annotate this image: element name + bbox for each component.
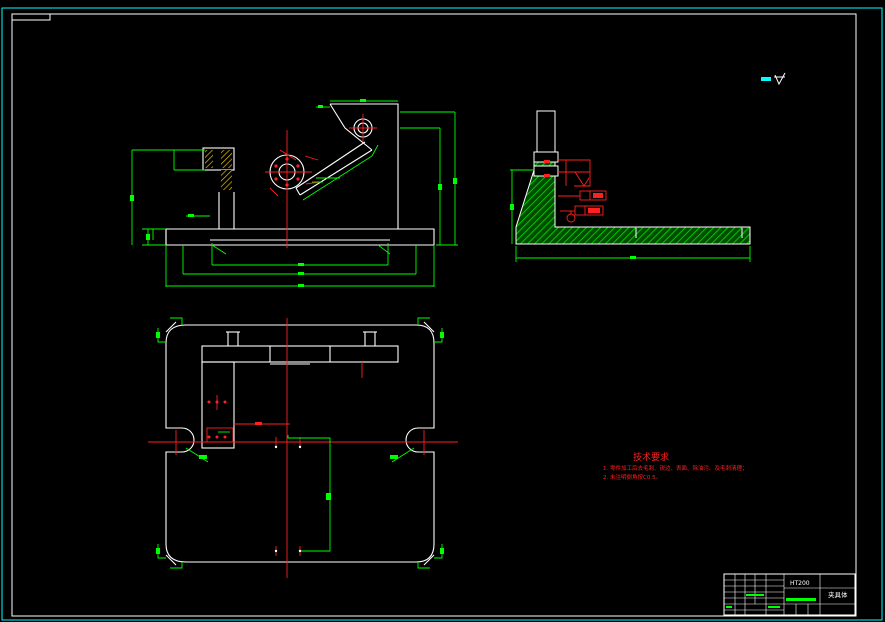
side-view [510,110,751,262]
tech-req-line-2: 2. 未注明倒角按C0.5。 [603,473,661,481]
tech-req-line-1: 1. 零件加工后去毛刺、锐边、表面、除油污、及毛刺清理； [603,464,748,472]
material-label: HT200 [790,580,810,587]
drawing-frame [1,7,883,621]
tech-req-title: 技术要求 [633,451,669,463]
roughness-symbol [761,72,786,86]
front-view [130,99,458,287]
top-view [148,317,458,578]
technical-requirements: 技术要求 1. 零件加工后去毛刺、锐边、表面、除油污、及毛刺清理； 2. 未注明… [603,451,748,481]
part-name-label: 夹具体 [828,590,848,599]
title-block: HT200 夹具体 [723,573,856,616]
cad-drawing-canvas: 技术要求 1. 零件加工后去毛刺、锐边、表面、除油污、及毛刺清理； 2. 未注明… [1,7,883,621]
